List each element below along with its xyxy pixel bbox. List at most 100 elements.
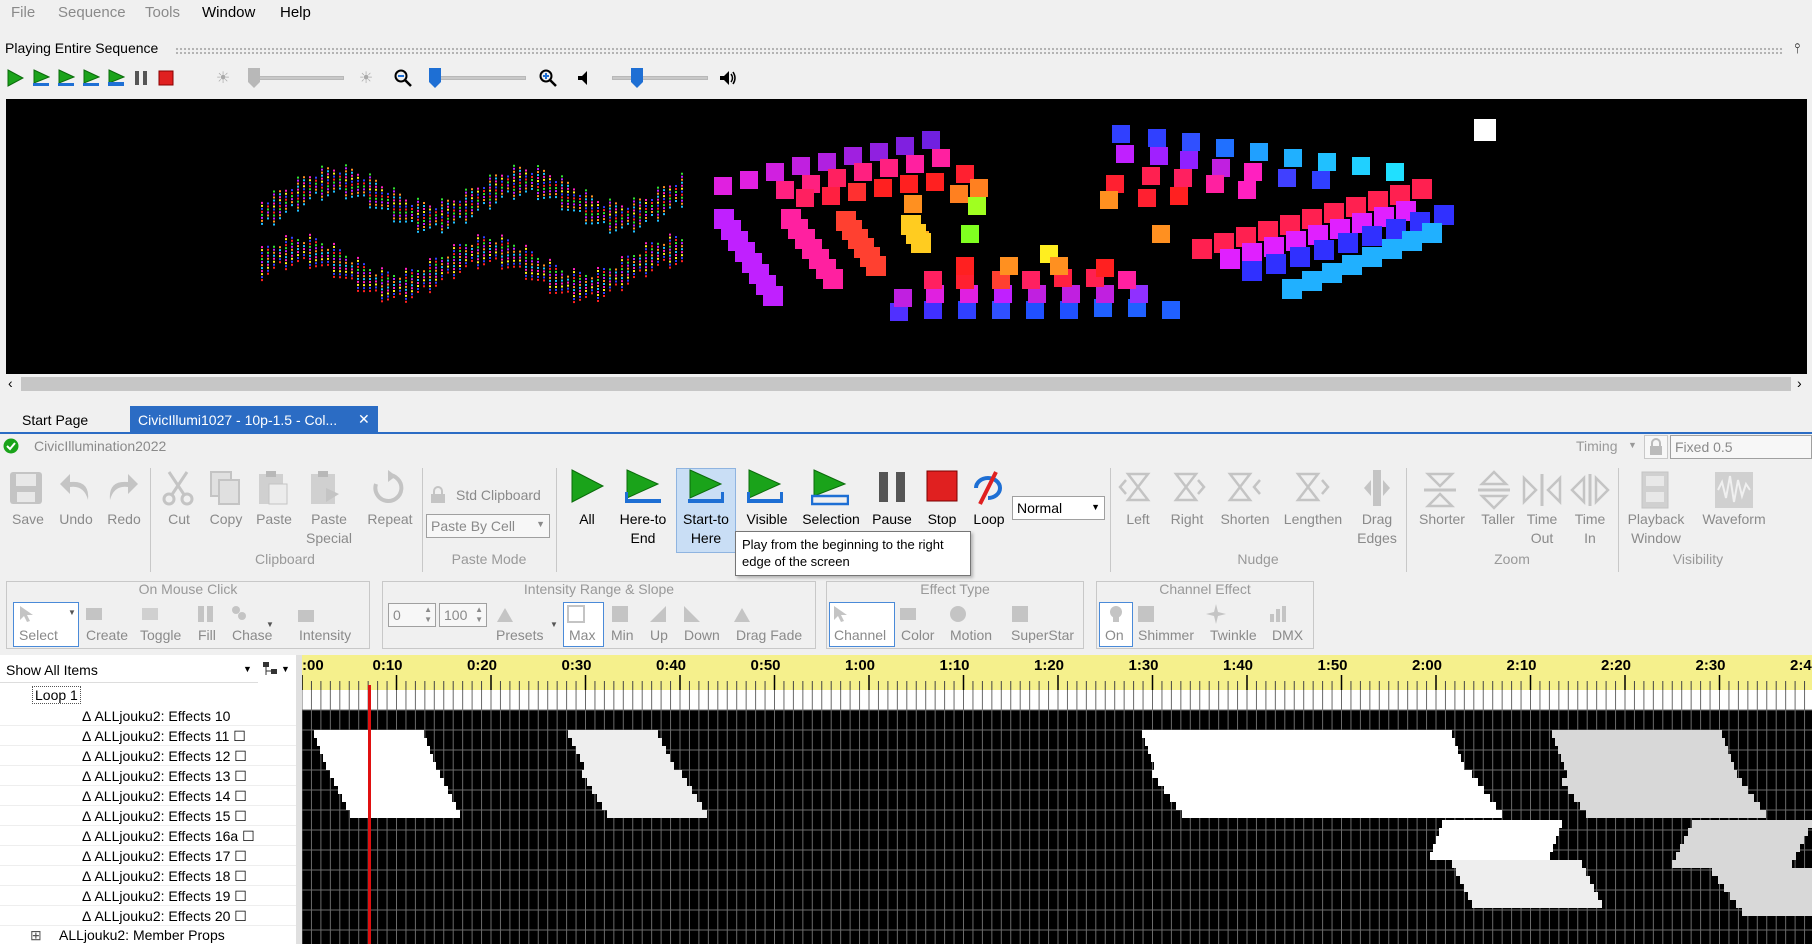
tree-item[interactable]: Δ ALLjouku2: Effects 20 ☐ [0,906,296,926]
scroll-left-icon[interactable]: ‹ [8,375,13,391]
volume-loud-icon[interactable] [717,67,739,89]
expand-icon[interactable]: ⊞ [30,927,42,944]
timeline-grid[interactable] [302,690,1812,944]
superstar-type-button[interactable]: SuperStar [1011,627,1074,643]
copy-button[interactable]: Copy [202,510,250,529]
time-out-button[interactable]: Time Out [1518,510,1566,548]
title-grip[interactable] [175,47,1783,54]
color-type-button[interactable]: Color [901,627,934,643]
chevron-down-icon[interactable]: ▼ [266,620,274,629]
toggle-tool-button[interactable]: Toggle [140,627,181,643]
preview-horizontal-scrollbar[interactable]: ‹ › [0,374,1812,394]
play-visible-icon[interactable] [80,67,102,89]
nudge-left-button[interactable]: Left [1114,510,1162,529]
chevron-down-icon[interactable]: ▼ [281,664,290,674]
dmx-effect-button[interactable]: DMX [1272,627,1303,643]
volume-slider-thumb[interactable] [631,68,643,88]
min-button[interactable]: Min [611,627,634,643]
brightness-slider-thumb[interactable] [248,68,260,88]
loop-node[interactable]: Loop 1 [32,686,81,704]
menu-file[interactable]: File [11,4,35,21]
scrollbar-thumb[interactable] [21,377,1791,391]
zoom-in-icon[interactable] [537,67,559,89]
tree-item[interactable]: Δ ALLjouku2: Effects 15 ☐ [0,806,296,826]
time-in-button[interactable]: Time In [1566,510,1614,548]
brightness-slider[interactable] [248,76,344,80]
presets-button[interactable]: Presets [496,627,543,643]
shorten-button[interactable]: Shorten [1212,510,1278,529]
pause-button[interactable]: Pause [866,510,918,529]
drag-edges-button[interactable]: Drag Edges [1350,510,1404,548]
tab-sequence[interactable]: CivicIllumi1027 - 10p-1.5 - Col... ✕ [130,406,378,434]
playhead-marker[interactable] [368,685,371,944]
zoom-slider-thumb[interactable] [429,68,441,88]
tree-item[interactable]: Δ ALLjouku2: Effects 19 ☐ [0,886,296,906]
stop-button[interactable]: Stop [918,510,966,529]
menu-sequence[interactable]: Sequence [58,4,126,21]
tree-item[interactable]: Δ ALLjouku2: Effects 12 ☐ [0,746,296,766]
tree-filter-select[interactable]: Show All Items ▼ [0,655,258,683]
tree-item[interactable]: Δ ALLjouku2: Effects 16a ☐ [0,826,296,846]
lengthen-button[interactable]: Lengthen [1278,510,1348,529]
cut-button[interactable]: Cut [156,510,202,529]
time-ruler[interactable]: :00 0:10 0:20 0:30 0:40 0:50 1:00 1:10 1:20 1:30 1… [302,655,1812,690]
preview-canvas[interactable] [6,99,1807,374]
create-tool-button[interactable]: Create [86,627,128,643]
repeat-button[interactable]: Repeat [362,510,418,529]
tab-start-page[interactable]: Start Page [14,406,124,434]
zoom-out-icon[interactable] [392,67,414,89]
zoom-slider[interactable] [430,76,526,80]
tree-item[interactable]: Δ ALLjouku2: Effects 18 ☐ [0,866,296,886]
tree-options-icon[interactable] [262,661,278,681]
volume-mute-icon[interactable] [573,67,595,89]
loop-button[interactable]: Loop [964,510,1014,529]
chase-tool-button[interactable]: Chase [232,627,272,643]
volume-slider[interactable] [612,76,708,80]
motion-type-button[interactable]: Motion [950,627,992,643]
tree-group-member-props[interactable]: ALLjouku2: Member Props [59,927,225,943]
nudge-right-button[interactable]: Right [1162,510,1212,529]
stop-icon[interactable] [155,67,177,89]
undo-button[interactable]: Undo [52,510,100,529]
tree-item[interactable]: Δ ALLjouku2: Effects 11 ☐ [0,726,296,746]
stepper-arrows-icon[interactable]: ▲ ▼ [475,605,483,625]
play-visible-button[interactable]: Visible [740,510,794,529]
pin-icon[interactable]: ⫯ [1794,40,1800,57]
min-intensity-stepper[interactable]: 0 ▲ ▼ [388,603,436,627]
twinkle-effect-button[interactable]: Twinkle [1210,627,1257,643]
timeline[interactable]: :00 0:10 0:20 0:30 0:40 0:50 1:00 1:10 1:20 1:30 1… [302,655,1812,944]
fill-tool-button[interactable]: Fill [198,627,216,643]
chevron-down-icon[interactable]: ▼ [550,620,558,629]
down-button[interactable]: Down [684,627,720,643]
tree-item[interactable]: Δ ALLjouku2: Effects 10 [0,706,296,726]
shorter-button[interactable]: Shorter [1410,510,1474,529]
tree-item[interactable]: Δ ALLjouku2: Effects 13 ☐ [0,766,296,786]
timing-lock-icon[interactable] [1644,435,1668,459]
redo-button[interactable]: Redo [100,510,148,529]
pause-icon[interactable] [130,67,152,89]
scroll-right-icon[interactable]: › [1797,375,1802,391]
max-intensity-stepper[interactable]: 100 ▲ ▼ [439,603,487,627]
shimmer-effect-button[interactable]: Shimmer [1138,627,1194,643]
play-selection-icon[interactable] [105,67,127,89]
play-here-to-end-button[interactable]: Here-to End [612,510,674,548]
play-all-button[interactable]: All [562,510,612,529]
up-button[interactable]: Up [650,627,668,643]
tree-item[interactable]: Δ ALLjouku2: Effects 17 ☐ [0,846,296,866]
paste-button[interactable]: Paste [250,510,298,529]
chevron-down-icon[interactable]: ▼ [1628,440,1637,450]
paste-special-button[interactable]: Paste Special [302,510,356,548]
timing-value-field[interactable]: Fixed 0.5 [1670,435,1812,459]
std-clipboard-toggle[interactable]: Std Clipboard [456,487,541,503]
stepper-arrows-icon[interactable]: ▲ ▼ [424,605,432,625]
playback-speed-select[interactable]: Normal ▼ [1012,496,1105,520]
tree-item[interactable]: Δ ALLjouku2: Effects 14 ☐ [0,786,296,806]
menu-tools[interactable]: Tools [145,4,180,21]
drag-fade-button[interactable]: Drag Fade [736,627,802,643]
play-start-to-here-icon[interactable] [55,67,77,89]
save-button[interactable]: Save [4,510,52,529]
menu-help[interactable]: Help [280,4,311,21]
playback-window-button[interactable]: Playback Window [1624,510,1688,548]
play-icon[interactable] [4,67,26,89]
close-icon[interactable]: ✕ [358,411,370,428]
